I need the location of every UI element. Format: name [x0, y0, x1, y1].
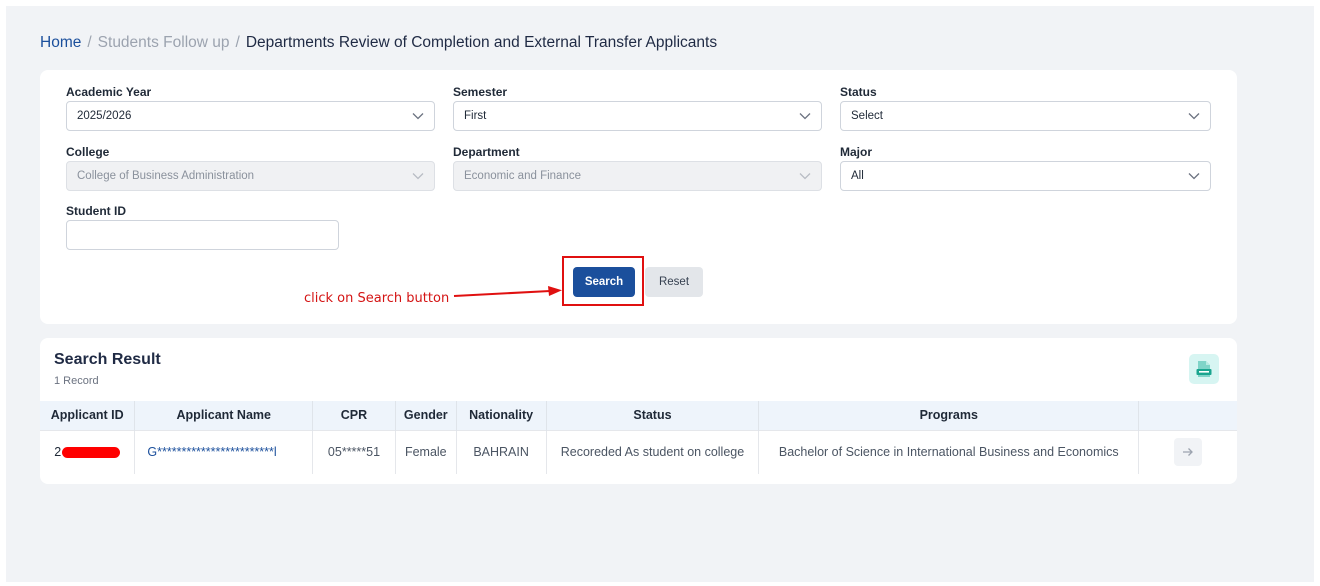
view-details-button[interactable]	[1174, 438, 1203, 467]
major-label: Major	[840, 145, 873, 159]
arrow-right-icon	[1183, 448, 1193, 457]
column-header-gender: Gender	[395, 401, 457, 430]
chevron-down-icon	[412, 113, 424, 120]
breadcrumb-students-follow-up[interactable]: Students Follow up	[98, 34, 230, 52]
table-header-row: Applicant ID Applicant Name CPR Gender N…	[40, 401, 1237, 430]
breadcrumb-home[interactable]: Home	[40, 34, 81, 52]
semester-value: First	[464, 110, 487, 122]
applicant-id-value: 2	[54, 445, 62, 460]
semester-label: Semester	[453, 85, 508, 99]
student-id-label: Student ID	[66, 204, 126, 218]
academic-year-value: 2025/2026	[77, 110, 132, 122]
student-id-input[interactable]	[66, 220, 339, 250]
cell-cpr: 05*****51	[312, 429, 396, 474]
chevron-down-icon	[799, 173, 811, 180]
annotation-arrow-icon	[453, 286, 562, 297]
filter-card: Academic Year 2025/2026 Semester First S…	[40, 70, 1237, 324]
column-header-nationality: Nationality	[456, 401, 547, 430]
chevron-down-icon	[1188, 113, 1200, 120]
academic-year-select[interactable]: 2025/2026	[66, 101, 435, 131]
chevron-down-icon	[412, 173, 424, 180]
cell-program: Bachelor of Science in International Bus…	[758, 429, 1140, 474]
major-select[interactable]: All	[840, 161, 1211, 191]
status-value: Select	[851, 110, 883, 122]
department-value: Economic and Finance	[464, 170, 581, 182]
status-label: Status	[840, 85, 877, 99]
cell-gender: Female	[395, 429, 457, 474]
column-header-cpr: CPR	[312, 401, 396, 430]
major-value: All	[851, 170, 864, 182]
table-row: 2 G************************l 05*****51 F…	[40, 429, 1237, 474]
export-excel-button[interactable]	[1189, 354, 1219, 384]
academic-year-label: Academic Year	[66, 85, 152, 99]
breadcrumb: Home / Students Follow up / Departments …	[40, 34, 717, 52]
result-count: 1 Record	[54, 375, 99, 387]
annotation-text: click on Search button	[304, 291, 450, 306]
chevron-down-icon	[799, 113, 811, 120]
chevron-down-icon	[1188, 173, 1200, 180]
semester-select[interactable]: First	[453, 101, 822, 131]
cell-action	[1138, 429, 1237, 474]
college-value: College of Business Administration	[77, 170, 255, 182]
cell-nationality: BAHRAIN	[456, 429, 547, 474]
cell-applicant-name: G************************l	[134, 429, 314, 474]
breadcrumb-separator: /	[87, 34, 92, 51]
column-header-applicant-name: Applicant Name	[134, 401, 314, 430]
result-card: Search Result 1 Record Applicant ID Appl…	[40, 338, 1237, 484]
status-select[interactable]: Select	[840, 101, 1211, 131]
breadcrumb-separator: /	[235, 34, 240, 51]
department-select: Economic and Finance	[453, 161, 822, 191]
department-label: Department	[453, 145, 520, 159]
column-header-applicant-id: Applicant ID	[40, 401, 136, 430]
results-table: Applicant ID Applicant Name CPR Gender N…	[40, 401, 1237, 474]
cell-applicant-id: 2	[40, 429, 136, 474]
reset-button[interactable]: Reset	[645, 267, 703, 297]
xls-file-icon	[1196, 361, 1212, 377]
column-header-status: Status	[546, 401, 760, 430]
college-select: College of Business Administration	[66, 161, 435, 191]
result-title: Search Result	[54, 351, 161, 368]
applicant-name-link[interactable]: G************************l	[147, 445, 276, 459]
column-header-actions	[1138, 401, 1237, 430]
redaction-mark	[62, 447, 121, 459]
column-header-programs: Programs	[758, 401, 1140, 430]
page-title: Departments Review of Completion and Ext…	[245, 34, 718, 51]
college-label: College	[66, 145, 110, 159]
search-button[interactable]: Search	[573, 267, 635, 297]
cell-status: Recoreded As student on college	[546, 429, 760, 474]
